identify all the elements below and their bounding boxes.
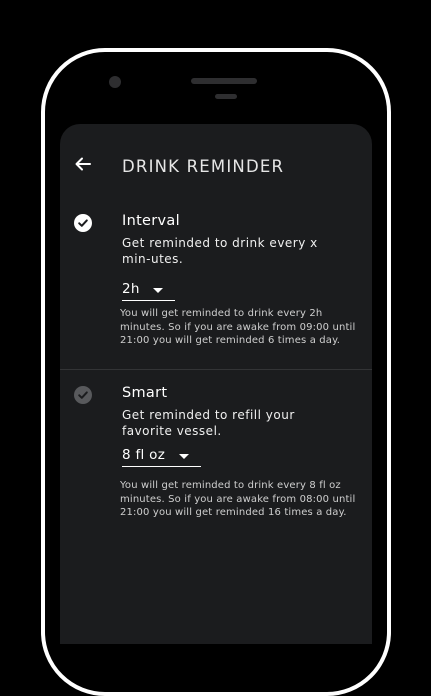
caret-down-icon [179, 454, 189, 459]
arrow-left-icon[interactable] [74, 155, 92, 173]
interval-hint: You will get reminded to drink every 2h … [120, 308, 356, 346]
section-divider [60, 369, 372, 370]
smart-dropdown-value: 8 fl oz [122, 447, 166, 463]
app-bar: DRINK REMINDER [60, 124, 372, 204]
smart-description: Get reminded to refill your favorite ves… [122, 408, 295, 438]
smart-dropdown[interactable]: 8 fl oz [122, 446, 201, 467]
app-screen: DRINK REMINDER Interval Get reminded to … [60, 124, 372, 644]
interval-description: Get reminded to drink every x min-utes. [122, 236, 318, 266]
page-title: DRINK REMINDER [122, 157, 285, 176]
caret-down-icon [153, 288, 163, 293]
interval-dropdown[interactable]: 2h [122, 280, 175, 301]
interval-title: Interval [122, 213, 180, 229]
checkmark-icon [78, 219, 88, 227]
sensor-bar [215, 94, 237, 99]
smart-title: Smart [122, 385, 168, 401]
camera-dot [109, 76, 121, 88]
speaker-grille [191, 78, 257, 84]
smart-radio[interactable] [74, 386, 92, 404]
interval-radio[interactable] [74, 214, 92, 232]
interval-dropdown-value: 2h [122, 281, 140, 297]
smart-hint: You will get reminded to drink every 8 f… [120, 480, 356, 518]
checkmark-icon [78, 391, 88, 399]
